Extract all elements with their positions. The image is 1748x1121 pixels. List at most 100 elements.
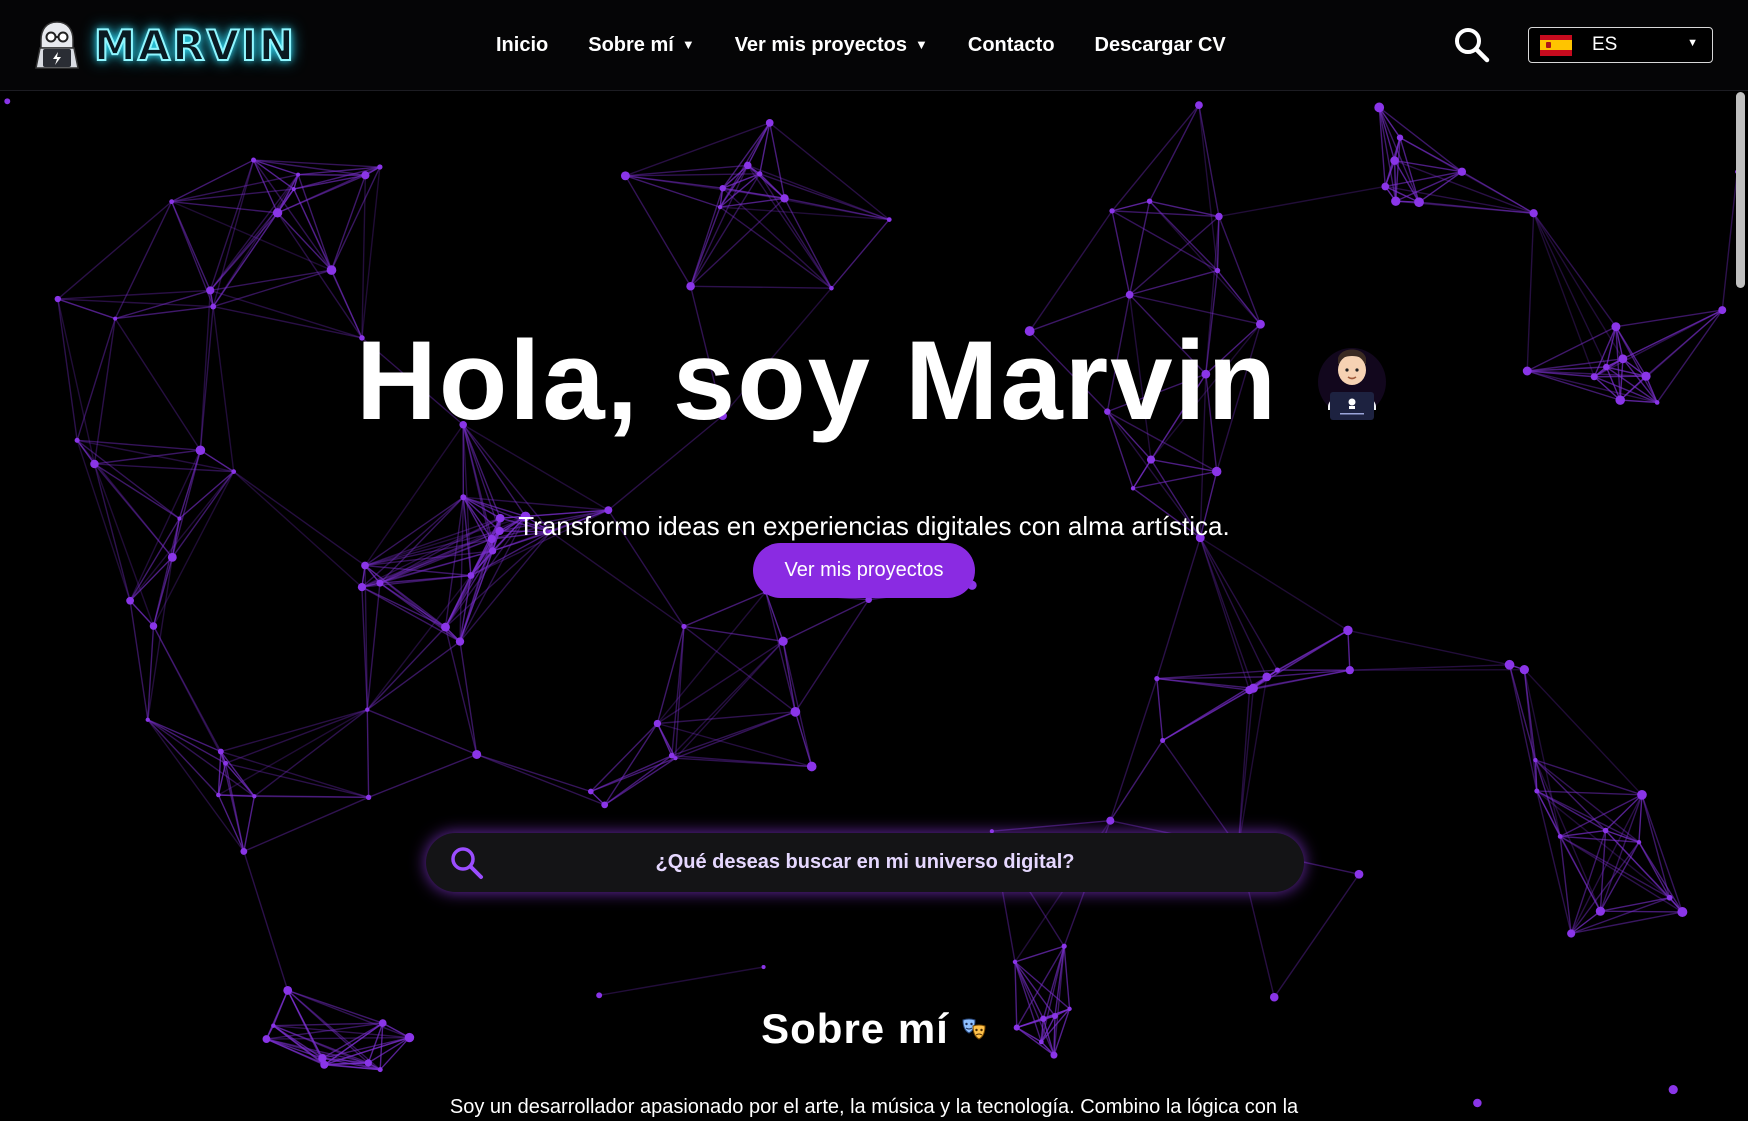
network-link: [1112, 210, 1219, 218]
network-node: [1106, 816, 1115, 825]
network-link: [1111, 210, 1131, 295]
network-link: [217, 794, 245, 852]
network-node: [1533, 757, 1538, 763]
network-node: [1146, 198, 1153, 204]
nav-item-label: Descargar CV: [1094, 33, 1226, 56]
network-link: [366, 583, 381, 710]
logo[interactable]: MARVIN: [30, 18, 296, 72]
hacker-mascot-icon: [35, 21, 79, 69]
network-link: [1199, 537, 1254, 689]
network-link: [1199, 537, 1279, 671]
network-node: [1154, 675, 1160, 682]
network-link: [1600, 897, 1670, 912]
logo-wordmark: MARVIN: [93, 20, 296, 71]
network-link: [212, 174, 299, 307]
network-link: [1273, 873, 1360, 998]
network-link: [624, 175, 692, 287]
network-node: [1215, 212, 1223, 221]
network-link: [625, 175, 721, 208]
network-node: [1718, 306, 1727, 315]
network-link: [722, 187, 832, 289]
network-node: [1146, 455, 1156, 464]
network-link: [794, 599, 870, 713]
network-link: [212, 269, 332, 308]
network-node: [90, 459, 99, 469]
network-node: [673, 756, 678, 761]
network-node: [1529, 209, 1538, 218]
network-node: [113, 316, 118, 321]
network-node: [1396, 134, 1404, 141]
network-node: [1125, 290, 1134, 299]
search-icon[interactable]: [1453, 26, 1491, 64]
navbar: MARVIN Inicio Sobre mí ▼ Ver mis proyecto…: [0, 0, 1748, 91]
network-link: [1149, 200, 1218, 272]
nav-item-inicio[interactable]: Inicio: [496, 34, 548, 57]
network-link: [674, 640, 784, 759]
network-link: [76, 439, 180, 520]
network-link: [1605, 794, 1643, 832]
network-node: [1109, 208, 1115, 214]
network-link: [683, 591, 767, 628]
network-link: [366, 709, 370, 798]
network-node: [1637, 789, 1647, 800]
nav-item-contacto[interactable]: Contacto: [968, 34, 1055, 57]
network-node: [223, 760, 228, 766]
network-link: [1347, 629, 1510, 666]
view-projects-button[interactable]: Ver mis proyectos: [753, 543, 975, 598]
network-link: [1109, 740, 1164, 822]
network-node: [620, 171, 630, 181]
network-link: [171, 200, 278, 214]
network-node: [1457, 167, 1467, 176]
network-node: [377, 164, 383, 170]
network-node: [365, 794, 372, 801]
network-node: [778, 636, 788, 646]
network-node: [761, 965, 766, 970]
network-link: [476, 753, 592, 793]
nav-item-sobre-mi[interactable]: Sobre mí ▼: [588, 34, 694, 57]
network-node: [54, 295, 62, 303]
network-link: [1559, 836, 1572, 934]
site-search-bar[interactable]: ¿Qué deseas buscar en mi universo digita…: [426, 833, 1304, 892]
nav-item-label: Inicio: [496, 33, 549, 56]
network-node: [717, 204, 723, 210]
network-link: [1536, 790, 1572, 934]
nav-item-label: Contacto: [967, 33, 1055, 56]
network-node: [460, 494, 467, 501]
network-node: [790, 706, 801, 717]
scrollbar-thumb[interactable]: [1736, 92, 1745, 288]
network-node: [1345, 665, 1354, 675]
network-node: [74, 437, 80, 443]
network-node: [455, 637, 465, 646]
network-node: [686, 281, 695, 291]
nav-item-proyectos[interactable]: Ver mis proyectos ▼: [735, 34, 928, 57]
caret-down-icon: ▼: [681, 36, 695, 52]
network-link: [1218, 185, 1386, 218]
about-heading: Sobre mí: [761, 1005, 949, 1052]
network-node: [1248, 683, 1258, 693]
network-link: [1571, 911, 1683, 935]
developer-with-laptop-emoji: [1318, 348, 1387, 420]
network-node: [743, 161, 752, 170]
network-node: [149, 622, 158, 630]
network-node: [1374, 102, 1385, 113]
network-node: [829, 285, 834, 291]
language-select[interactable]: ES ▼: [1528, 27, 1713, 63]
network-node: [231, 469, 237, 474]
network-link: [243, 796, 256, 852]
network-link: [210, 269, 332, 292]
search-placeholder: ¿Qué deseas buscar en mi universo digita…: [655, 851, 1075, 873]
network-node: [1262, 672, 1272, 682]
network-link: [1148, 104, 1200, 202]
nav-item-descargar-cv[interactable]: Descargar CV: [1095, 34, 1226, 57]
network-node: [653, 719, 662, 728]
network-node: [326, 265, 337, 275]
network-node: [1050, 1051, 1058, 1059]
network-node: [1160, 737, 1166, 743]
network-node: [1343, 625, 1353, 636]
network-node: [4, 98, 11, 105]
network-node: [217, 748, 224, 755]
network-link: [683, 625, 796, 713]
network-node: [376, 579, 384, 587]
network-node: [587, 788, 594, 795]
about-text: Soy un desarrollador apasionado por el a…: [449, 1096, 1299, 1121]
